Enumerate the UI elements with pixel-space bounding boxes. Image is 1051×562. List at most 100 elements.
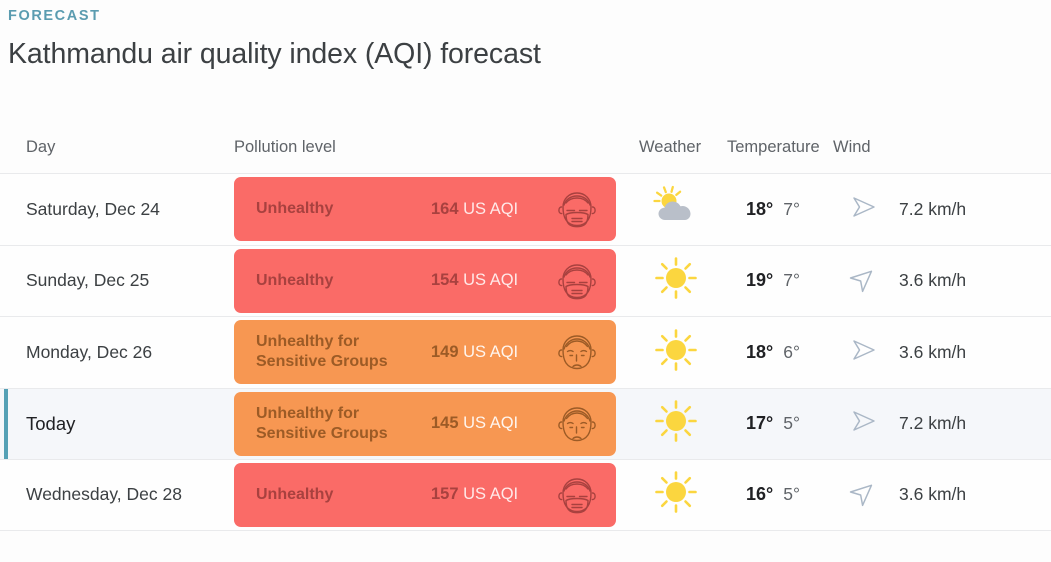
day-cell: Sunday, Dec 25 bbox=[0, 270, 234, 291]
day-label: Wednesday, Dec 28 bbox=[26, 484, 182, 505]
aqi-value-group: 154 US AQI bbox=[431, 271, 551, 290]
aqi-number: 164 bbox=[431, 199, 459, 218]
aqi-badge[interactable]: Unhealthy 164 US AQI bbox=[234, 177, 616, 242]
temp-max: 19° bbox=[746, 270, 774, 291]
wind-direction-arrow-icon bbox=[847, 333, 881, 372]
aqi-value-group: 145 US AQI bbox=[431, 414, 551, 433]
aqi-number: 154 bbox=[431, 271, 459, 290]
pollution-level-label: Unhealthy bbox=[256, 485, 334, 503]
wind-cell: 3.6 km/h bbox=[833, 333, 1033, 372]
column-header-weather: Weather bbox=[639, 137, 702, 156]
wind-speed: 3.6 km/h bbox=[899, 484, 967, 505]
weather-cell bbox=[639, 470, 713, 519]
pollution-level-label: Unhealthy bbox=[256, 271, 334, 289]
weather-cell bbox=[639, 185, 713, 234]
pollution-level-label: Unhealthy for Sensitive Groups bbox=[256, 333, 388, 371]
temp-min: 7° bbox=[783, 270, 800, 291]
temp-max: 17° bbox=[746, 413, 774, 434]
temperature-cell: 16° 5° bbox=[713, 484, 833, 505]
masked-face-icon bbox=[552, 471, 602, 526]
wind-direction-arrow-icon bbox=[847, 475, 881, 514]
aqi-number: 145 bbox=[431, 414, 459, 433]
masked-face-icon bbox=[552, 185, 602, 240]
aqi-unit: US AQI bbox=[463, 199, 519, 218]
wind-speed: 3.6 km/h bbox=[899, 270, 967, 291]
day-cell: Wednesday, Dec 28 bbox=[0, 484, 234, 505]
aqi-value-group: 149 US AQI bbox=[431, 343, 551, 362]
temp-max: 16° bbox=[746, 484, 774, 505]
sunny-icon bbox=[654, 328, 698, 377]
sunny-icon bbox=[654, 470, 698, 519]
weather-cell bbox=[639, 399, 713, 448]
pollution-level-label: Unhealthy bbox=[256, 200, 334, 218]
forecast-row[interactable]: Monday, Dec 26 Unhealthy for Sensitive Gr… bbox=[0, 316, 1051, 388]
pollution-cell: Unhealthy 154 US AQI bbox=[234, 248, 639, 313]
pollution-cell: Unhealthy for Sensitive Groups 149 US AQI bbox=[234, 320, 639, 385]
aqi-unit: US AQI bbox=[463, 485, 519, 504]
aqi-number: 157 bbox=[431, 485, 459, 504]
weather-cell bbox=[639, 256, 713, 305]
aqi-forecast-table: Day Pollution level Weather Temperature … bbox=[0, 121, 1051, 531]
forecast-row[interactable]: Sunday, Dec 25 Unhealthy 154 US AQI 19° … bbox=[0, 244, 1051, 316]
aqi-value-group: 164 US AQI bbox=[431, 200, 551, 219]
day-cell: Today bbox=[0, 413, 234, 435]
forecast-row-today[interactable]: Today Unhealthy for Sensitive Groups 145 … bbox=[0, 387, 1051, 459]
column-header-day: Day bbox=[26, 137, 56, 156]
day-cell: Saturday, Dec 24 bbox=[0, 199, 234, 220]
today-accent-bar bbox=[4, 388, 8, 459]
sad-face-icon bbox=[552, 400, 602, 455]
masked-face-icon bbox=[552, 257, 602, 312]
temperature-cell: 17° 5° bbox=[713, 413, 833, 434]
forecast-page: FORECAST Kathmandu air quality index (AQ… bbox=[0, 0, 1051, 531]
wind-cell: 3.6 km/h bbox=[833, 261, 1033, 300]
section-eyebrow: FORECAST bbox=[8, 8, 101, 24]
temp-max: 18° bbox=[746, 341, 774, 362]
column-header-temperature: Temperature bbox=[727, 137, 820, 156]
wind-direction-arrow-icon bbox=[847, 190, 881, 229]
temp-min: 6° bbox=[783, 341, 800, 362]
sunny-icon bbox=[654, 256, 698, 305]
wind-cell: 7.2 km/h bbox=[833, 404, 1033, 443]
day-label: Saturday, Dec 24 bbox=[26, 198, 160, 219]
aqi-badge[interactable]: Unhealthy 157 US AQI bbox=[234, 462, 616, 527]
day-label: Monday, Dec 26 bbox=[26, 341, 153, 362]
aqi-unit: US AQI bbox=[463, 342, 519, 361]
pollution-cell: Unhealthy for Sensitive Groups 145 US AQI bbox=[234, 391, 639, 456]
temperature-cell: 18° 7° bbox=[713, 199, 833, 220]
wind-cell: 3.6 km/h bbox=[833, 475, 1033, 514]
aqi-value-group: 157 US AQI bbox=[431, 485, 551, 504]
sad-face-icon bbox=[552, 328, 602, 383]
page-title: Kathmandu air quality index (AQI) foreca… bbox=[8, 38, 541, 70]
weather-cell bbox=[639, 328, 713, 377]
temperature-cell: 19° 7° bbox=[713, 270, 833, 291]
wind-speed: 7.2 km/h bbox=[899, 198, 967, 219]
aqi-badge[interactable]: Unhealthy for Sensitive Groups 149 US AQI bbox=[234, 320, 616, 385]
aqi-badge[interactable]: Unhealthy for Sensitive Groups 145 US AQI bbox=[234, 391, 616, 456]
day-label: Sunday, Dec 25 bbox=[26, 270, 150, 291]
temp-min: 7° bbox=[783, 198, 800, 219]
temp-max: 18° bbox=[746, 198, 774, 219]
forecast-row[interactable]: Wednesday, Dec 28 Unhealthy 157 US AQI 1… bbox=[0, 459, 1051, 531]
aqi-unit: US AQI bbox=[463, 414, 519, 433]
aqi-unit: US AQI bbox=[463, 271, 519, 290]
day-cell: Monday, Dec 26 bbox=[0, 342, 234, 363]
sunny-icon bbox=[654, 399, 698, 448]
temperature-cell: 18° 6° bbox=[713, 342, 833, 363]
pollution-level-label: Unhealthy for Sensitive Groups bbox=[256, 404, 388, 442]
temp-min: 5° bbox=[783, 413, 800, 434]
wind-direction-arrow-icon bbox=[847, 261, 881, 300]
wind-speed: 3.6 km/h bbox=[899, 341, 967, 362]
aqi-badge[interactable]: Unhealthy 154 US AQI bbox=[234, 248, 616, 313]
forecast-row[interactable]: Saturday, Dec 24 Unhealthy 164 US AQI 18… bbox=[0, 173, 1051, 245]
aqi-number: 149 bbox=[431, 342, 459, 361]
wind-speed: 7.2 km/h bbox=[899, 413, 967, 434]
column-header-wind: Wind bbox=[833, 137, 871, 156]
wind-cell: 7.2 km/h bbox=[833, 190, 1033, 229]
table-header-row: Day Pollution level Weather Temperature … bbox=[0, 121, 1051, 173]
wind-direction-arrow-icon bbox=[847, 404, 881, 443]
temp-min: 5° bbox=[783, 484, 800, 505]
day-label: Today bbox=[26, 412, 76, 434]
partly-cloudy-icon bbox=[652, 185, 700, 234]
pollution-cell: Unhealthy 164 US AQI bbox=[234, 177, 639, 242]
pollution-cell: Unhealthy 157 US AQI bbox=[234, 462, 639, 527]
